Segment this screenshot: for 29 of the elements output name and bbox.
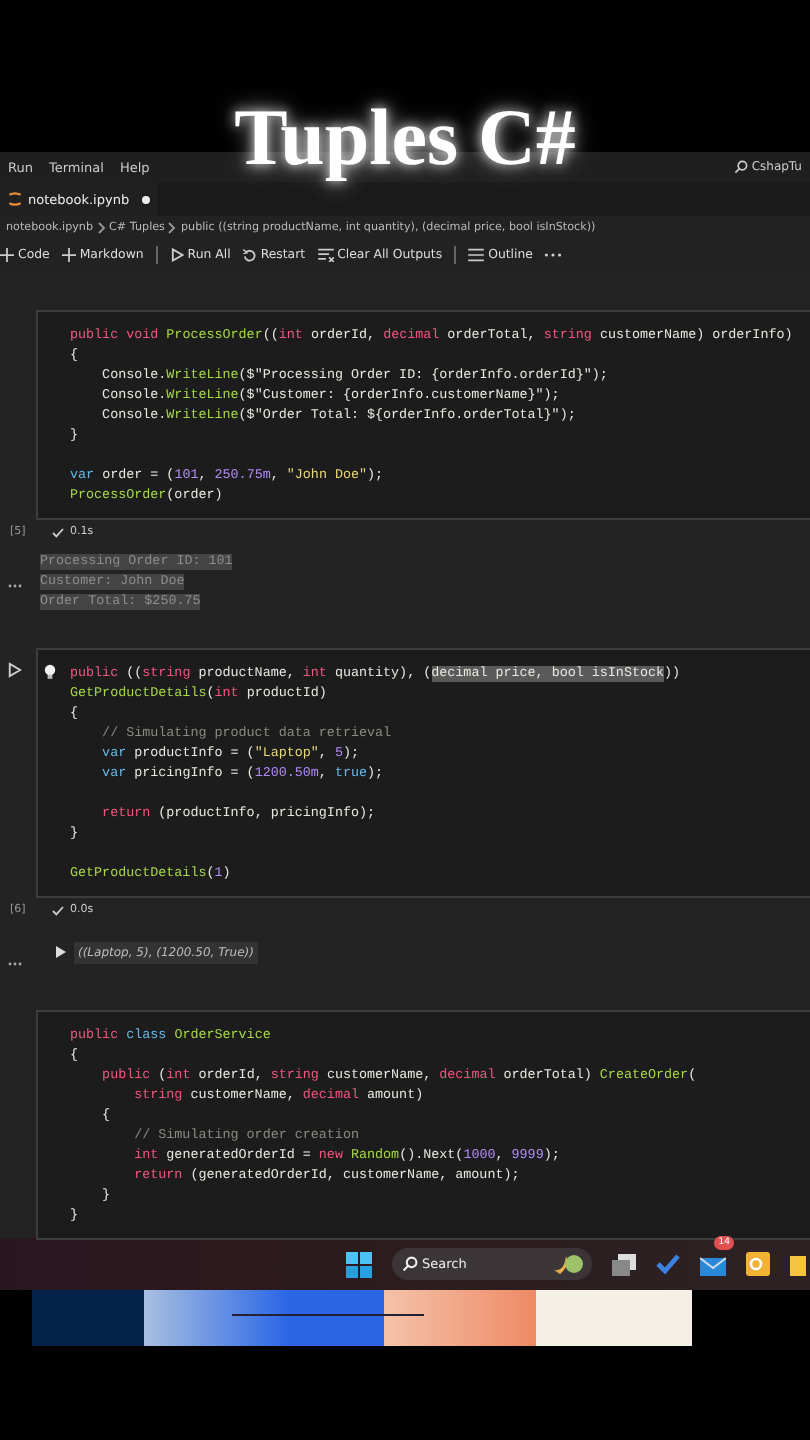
lightbulb-icon[interactable] bbox=[44, 664, 56, 680]
mail-icon[interactable] bbox=[700, 1253, 726, 1275]
windows-stack-icon[interactable] bbox=[612, 1253, 636, 1275]
chevron-icon bbox=[97, 222, 106, 234]
search-icon bbox=[402, 1256, 418, 1272]
code-cell[interactable] bbox=[36, 1010, 810, 1240]
folder-icon[interactable] bbox=[790, 1253, 806, 1275]
checkmark-icon[interactable] bbox=[656, 1254, 680, 1274]
restart-icon bbox=[242, 248, 257, 262]
plus-icon bbox=[0, 248, 14, 262]
run-cell-icon[interactable] bbox=[8, 662, 22, 678]
list-icon bbox=[468, 248, 485, 262]
check-icon bbox=[52, 905, 64, 915]
windows-logo-icon[interactable] bbox=[346, 1251, 372, 1277]
code-cell[interactable] bbox=[36, 310, 810, 520]
fruit-icon bbox=[552, 1254, 584, 1274]
play-icon bbox=[169, 248, 184, 262]
toolbar-button[interactable] bbox=[544, 252, 563, 258]
overlay-title: Tuples C# bbox=[234, 96, 576, 180]
code-cell[interactable] bbox=[36, 648, 810, 898]
notebook-icon bbox=[8, 192, 22, 206]
clear-outputs-icon bbox=[317, 248, 334, 262]
chevron-icon bbox=[168, 222, 177, 234]
check-icon bbox=[52, 527, 64, 537]
search-icon bbox=[733, 160, 748, 174]
more-icon bbox=[544, 252, 563, 258]
plus-icon bbox=[61, 248, 76, 262]
calendar-app-icon[interactable] bbox=[746, 1252, 770, 1276]
expand-arrow-icon[interactable] bbox=[56, 946, 66, 958]
